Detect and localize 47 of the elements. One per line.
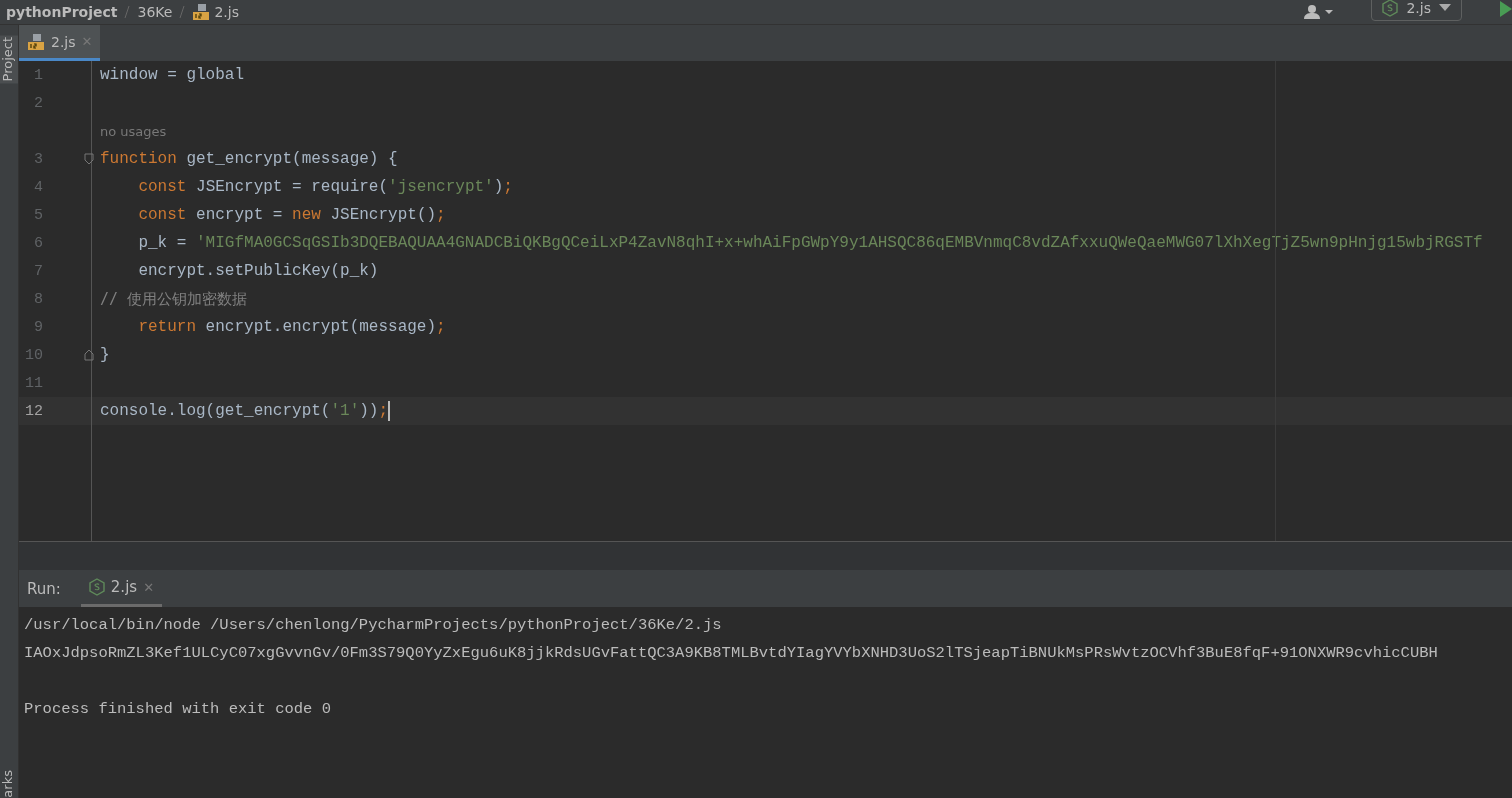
panel-splitter[interactable] (19, 541, 1512, 570)
line-number: 10 (24, 346, 43, 364)
text-caret (388, 401, 391, 421)
code-line: encrypt.setPublicKey(p_k) (137, 262, 379, 280)
node-icon (88, 578, 105, 596)
project-tool-window-tab[interactable]: Project (0, 35, 18, 84)
code-line: console.log(get_encrypt('1')); (100, 402, 389, 420)
code-line: p_k = 'MIGfMA0GCSqGSIb3DQEBAQUAA4GNADCBiQKBgQCeiLxP4ZavN8qhI+x+whAiFpGWpY9y1AHSQC86qEMBVnmqC8vdZAfxxuQWeQaeMWG07lXhXegTjZ5wn9pHnjg15wbjRGSTf (137, 234, 1483, 252)
line-number: 5 (33, 206, 43, 224)
line-number: 11 (24, 374, 43, 392)
line-number: 6 (33, 234, 43, 252)
line-number: 8 (33, 290, 43, 308)
run-panel-title: Run: (27, 579, 61, 598)
code-line: return encrypt.encrypt(message); (137, 318, 446, 336)
line-number: 4 (33, 178, 43, 196)
node-icon (1382, 0, 1399, 17)
breadcrumb[interactable]: pythonProject (6, 4, 118, 20)
code-line: window = global (100, 66, 245, 84)
caret-icon (1439, 4, 1451, 12)
process-status: Process finished with exit code 0 (24, 700, 331, 718)
run-tab[interactable]: 2.js ✕ (80, 570, 163, 607)
usage-hint[interactable]: no usages (100, 123, 167, 139)
bookmarks-tool-window-tab[interactable]: arks (0, 770, 18, 798)
line-number: 9 (33, 318, 43, 336)
line-number: 12 (24, 402, 43, 420)
js-file-icon (27, 32, 45, 51)
line-number: 3 (33, 150, 43, 168)
command-line: /usr/local/bin/node /Users/chenlong/PycharmProjects/pythonProject/36Ke/2.js (24, 616, 722, 634)
code-line: const encrypt = new JSEncrypt(); (137, 206, 446, 224)
breadcrumb[interactable]: 2.js (214, 4, 239, 20)
code-line: function get_encrypt(message) { (100, 150, 398, 168)
line-number: 7 (33, 262, 43, 280)
code-line: // 使用公钥加密数据 (100, 289, 248, 309)
breadcrumb[interactable]: 36Ke (137, 4, 173, 20)
line-number: 2 (33, 94, 43, 112)
console-output: IAOxJdpsoRmZL3Kef1ULCyC07xgGvvnGv/0Fm3S79Q0YyZxEgu6uK8jjkRdsUGvFattQC3A9KB8TMLBvtdYIagYVYbXNHD3UoS2lTSjeapTiBNUkMsPRsWvtzOCVhf3BuE8fqF+91ONXWR9cvhicCUBH (24, 644, 1438, 662)
line-number: 1 (33, 66, 43, 84)
run-icon[interactable] (1500, 1, 1512, 17)
code-line: } (100, 346, 110, 364)
js-file-icon (192, 3, 211, 21)
fold-icon[interactable] (84, 153, 94, 165)
editor-tab[interactable]: 2.js ✕ (19, 25, 101, 61)
chevron-icon (178, 5, 187, 19)
fold-icon[interactable] (84, 349, 94, 361)
chevron-icon (123, 5, 132, 19)
code-line: const JSEncrypt = require('jsencrypt'); (137, 178, 513, 196)
run-configuration-dropdown[interactable]: 2.js (1371, 0, 1462, 21)
